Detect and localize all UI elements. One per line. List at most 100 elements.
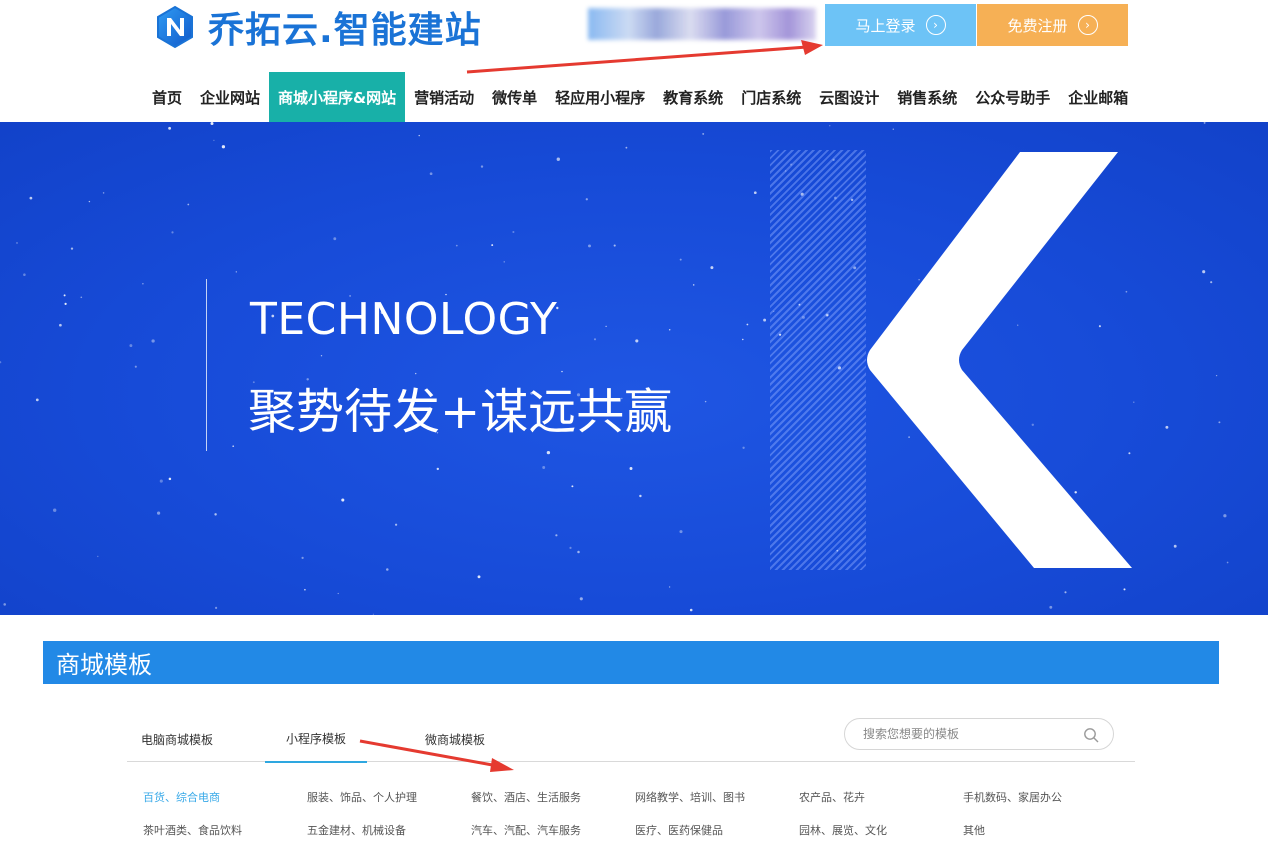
star-dot (639, 494, 642, 498)
category-link[interactable]: 医疗、医药保健品 (635, 822, 799, 838)
star-dot (503, 261, 505, 263)
nav-item[interactable]: 首页 (143, 72, 191, 122)
tab-pc-mall[interactable]: 电脑商城模板 (127, 716, 227, 762)
star-dot (235, 271, 237, 273)
star-dot (1165, 425, 1169, 429)
template-tabs: 电脑商城模板 小程序模板 微商城模板 (127, 716, 1135, 763)
star-dot (1173, 544, 1177, 548)
star-dot (168, 126, 172, 130)
tab-label: 微商城模板 (424, 732, 485, 747)
nav-item[interactable]: 销售系统 (888, 72, 966, 122)
star-dot (129, 344, 133, 348)
star-dot (689, 608, 693, 612)
star-dot (372, 613, 375, 615)
star-dot (157, 511, 161, 515)
star-dot (692, 284, 695, 286)
category-link[interactable]: 茶叶酒类、食品饮料 (143, 822, 307, 838)
star-dot (753, 191, 757, 195)
star-dot (593, 338, 597, 341)
star-dot (53, 508, 57, 512)
tab-mini-program[interactable]: 小程序模板 (265, 716, 367, 763)
star-dot (556, 157, 560, 161)
category-link[interactable]: 手机数码、家居办公 (963, 789, 1127, 805)
nav-item[interactable]: 商城小程序&网站 (269, 72, 406, 122)
category-link[interactable]: 百货、综合电商 (143, 789, 307, 805)
category-link[interactable]: 园林、展览、文化 (799, 822, 963, 838)
star-dot (304, 588, 306, 591)
star-dot (679, 258, 682, 261)
site-logo[interactable]: 乔拓云.智能建站 (152, 2, 482, 52)
login-button[interactable]: 马上登录 › (825, 4, 976, 46)
tab-wechat-mall[interactable]: 微商城模板 (405, 716, 505, 762)
nav-item[interactable]: 门店系统 (732, 72, 810, 122)
star-dot (1215, 374, 1218, 377)
nav-item[interactable]: 教育系统 (654, 72, 732, 122)
search-icon[interactable] (1083, 727, 1099, 743)
star-dot (187, 203, 190, 206)
star-dot (613, 244, 616, 247)
nav-item[interactable]: 轻应用小程序 (546, 72, 654, 122)
star-dot (418, 134, 420, 137)
category-link[interactable]: 服装、饰品、个人护理 (307, 789, 471, 805)
nav-item[interactable]: 营销活动 (405, 72, 483, 122)
star-dot (59, 323, 62, 327)
star-dot (1223, 514, 1227, 518)
star-dot (512, 230, 515, 234)
star-dot (429, 172, 433, 176)
nav-item[interactable]: 云图设计 (810, 72, 888, 122)
star-dot (29, 196, 33, 200)
star-dot (710, 266, 714, 270)
nav-item[interactable]: 企业邮箱 (1059, 72, 1137, 122)
star-dot (605, 325, 607, 328)
star-dot (455, 244, 458, 247)
category-link[interactable]: 五金建材、机械设备 (307, 822, 471, 838)
star-dot (159, 479, 163, 483)
star-dot (763, 318, 767, 322)
banner-headline: TECHNOLOGY (250, 294, 558, 345)
nav-item[interactable]: 企业网站 (191, 72, 269, 122)
category-link[interactable]: 汽车、汽配、汽车服务 (471, 822, 635, 838)
star-dot (88, 200, 91, 203)
star-dot (436, 467, 440, 471)
star-dot (16, 242, 18, 244)
category-row: 百货、综合电商 服装、饰品、个人护理 餐饮、酒店、生活服务 网络教学、培训、图书 农产品… (143, 780, 1133, 813)
star-dot (70, 247, 74, 250)
star-dot (63, 294, 66, 297)
register-button[interactable]: 免费注册 › (977, 4, 1128, 46)
star-dot (142, 283, 144, 285)
login-button-label: 马上登录 (855, 16, 916, 35)
star-dot (337, 592, 339, 595)
category-link[interactable]: 其他 (963, 822, 1127, 838)
category-link[interactable]: 餐饮、酒店、生活服务 (471, 789, 635, 805)
star-dot (546, 450, 551, 455)
star-dot (3, 603, 6, 606)
star-dot (0, 361, 2, 364)
star-dot (171, 231, 174, 234)
star-dot (635, 339, 639, 343)
star-dot (702, 132, 705, 135)
star-dot (1123, 588, 1126, 591)
circle-arrow-icon: › (925, 15, 946, 35)
category-link[interactable]: 农产品、花卉 (799, 789, 963, 805)
star-dot (1064, 591, 1067, 594)
search-box (844, 718, 1114, 750)
star-dot (1202, 270, 1206, 274)
star-dot (214, 513, 217, 516)
category-link[interactable]: 网络教学、培训、图书 (635, 789, 799, 805)
star-dot (210, 122, 214, 126)
search-input[interactable] (861, 723, 1071, 745)
blurred-user-info (588, 8, 816, 40)
site-header: 乔拓云.智能建站 马上登录 › 免费注册 › 首页 企业网站 商城小程序&网站 营销活… (0, 0, 1268, 122)
star-dot (679, 530, 683, 534)
star-dot (629, 467, 633, 470)
nav-item[interactable]: 公众号助手 (966, 72, 1059, 122)
nav-item[interactable]: 微传单 (483, 72, 546, 122)
circle-arrow-icon: › (1077, 15, 1098, 35)
category-grid: 百货、综合电商 服装、饰品、个人护理 餐饮、酒店、生活服务 网络教学、培训、图书 农产品… (143, 780, 1133, 846)
star-dot (585, 198, 588, 201)
star-dot (97, 555, 99, 558)
hero-banner: TECHNOLOGY 聚势待发+谋远共赢 (0, 122, 1268, 615)
star-dot (829, 125, 831, 127)
star-dot (579, 597, 583, 601)
star-dot (64, 302, 67, 306)
